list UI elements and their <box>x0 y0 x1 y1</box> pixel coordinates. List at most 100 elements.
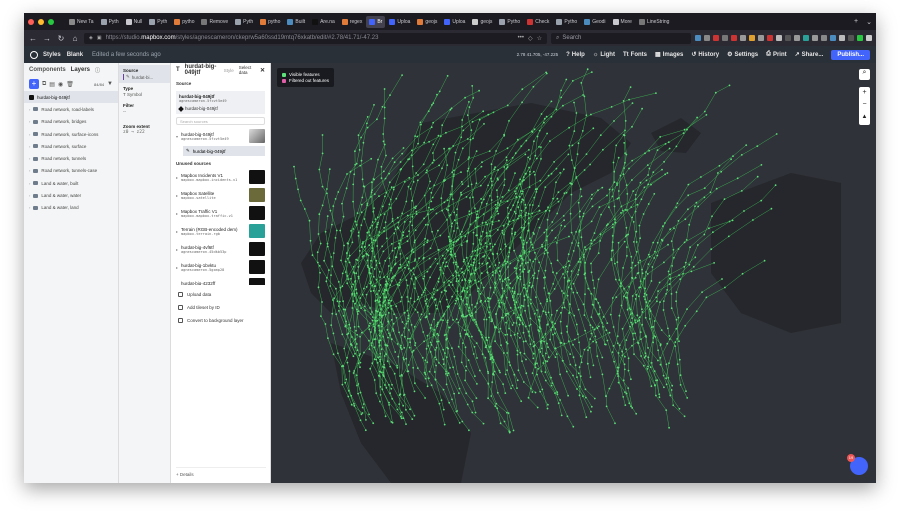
chevron-right-icon[interactable]: › <box>29 193 30 198</box>
browser-tab[interactable]: pytho <box>171 16 197 28</box>
chevron-right-icon[interactable]: › <box>29 181 30 186</box>
layer-item[interactable]: › Land & water, water <box>24 189 118 201</box>
unused-source-row[interactable]: ▸ hurdat-big-4vf6tf agnescameron.45dkb53p <box>171 240 270 258</box>
extension-icon[interactable] <box>749 35 755 41</box>
unused-source-row[interactable]: ▸ Mapbox Traffic V1 mapbox.mapbox-traffic-… <box>171 204 270 222</box>
extension-icon[interactable] <box>803 35 809 41</box>
browser-tab[interactable]: regex <box>339 16 366 28</box>
new-tab-icon[interactable]: + <box>850 18 862 25</box>
browser-tab[interactable]: Pyth <box>232 16 256 28</box>
tab-select-data[interactable]: Select data <box>239 65 255 75</box>
info-icon[interactable]: ⓘ <box>95 67 100 74</box>
compass-icon[interactable]: ▲ <box>859 111 870 123</box>
visibility-icon[interactable]: ◉ <box>58 81 63 88</box>
source-action-button[interactable]: Add tileset by ID <box>171 301 270 314</box>
chevron-right-icon[interactable]: › <box>29 205 30 210</box>
extension-icon[interactable] <box>722 35 728 41</box>
browser-tab[interactable]: Br <box>366 15 386 28</box>
browser-tab[interactable]: Are.na <box>309 16 338 28</box>
help-button[interactable]: ? Help <box>566 52 585 58</box>
extension-icon[interactable] <box>848 35 854 41</box>
reload-icon[interactable]: ↻ <box>56 34 66 43</box>
group-icon[interactable]: ▤ <box>49 81 55 88</box>
tab-list-chevron-icon[interactable]: ⌄ <box>862 18 876 26</box>
extension-icon[interactable] <box>812 35 818 41</box>
forward-icon[interactable]: → <box>42 34 52 43</box>
active-source-layer[interactable]: ✎ hurdat-big-049jtf <box>183 146 265 156</box>
layer-item[interactable]: › Road network, road-labels <box>24 103 118 115</box>
browser-tab[interactable]: LineString <box>636 16 672 28</box>
layer-item[interactable]: › Land & water, land <box>24 202 118 214</box>
browser-tab[interactable]: Pyth <box>146 16 170 28</box>
source-action-button[interactable]: Upload data <box>171 288 270 301</box>
extension-icon[interactable] <box>776 35 782 41</box>
unused-source-row[interactable]: ▸ Mapbox Incidents V1 mapbox.mapbox-incide… <box>171 168 270 186</box>
menu-icon[interactable] <box>866 35 872 41</box>
extension-icon[interactable] <box>785 35 791 41</box>
layer-item[interactable]: › Road network, surface-icons <box>24 128 118 140</box>
search-field[interactable]: ⌕ Search <box>551 32 691 44</box>
bookmark-star-icon[interactable]: ☆ <box>537 35 542 42</box>
browser-tab[interactable]: Geodi <box>581 16 608 28</box>
fonts-button[interactable]: Tt Fonts <box>623 52 647 58</box>
styles-link[interactable]: Styles <box>43 52 61 58</box>
history-button[interactable]: ↺ History <box>691 51 719 59</box>
minimize-window-button[interactable] <box>38 18 44 25</box>
layer-item[interactable]: › Road network, bridges <box>24 116 118 128</box>
library-icon[interactable] <box>704 35 710 41</box>
chevron-right-icon[interactable]: › <box>29 107 30 112</box>
browser-tab[interactable]: geojs <box>469 16 495 28</box>
map-canvas[interactable]: Visible features Filtered out features ⌕… <box>271 63 876 483</box>
extension-icon[interactable] <box>758 35 764 41</box>
browser-tab[interactable]: New Ta <box>66 16 97 28</box>
home-icon[interactable]: ⌂ <box>70 34 80 43</box>
browser-tab[interactable]: Remove <box>198 16 231 28</box>
unused-source-row[interactable]: ▸ Mapbox Satellite mapbox.satellite <box>171 186 270 204</box>
close-icon[interactable]: ✕ <box>260 67 265 74</box>
unused-source-row[interactable]: ▸ hurdat-big-1bvktu agnescameron.5gxmp28 <box>171 258 270 276</box>
layer-item[interactable]: hurdat-big-049jtf <box>24 91 118 104</box>
print-button[interactable]: ⎙ Print <box>766 51 786 58</box>
browser-tab[interactable]: Check <box>524 16 552 28</box>
help-chat-button[interactable]: 19 <box>847 454 868 475</box>
pocket-icon[interactable]: ◇ <box>528 35 533 42</box>
download-icon[interactable] <box>695 35 701 41</box>
unused-source-row[interactable]: ▸hurdat-big-4232ffagnescameron.61nwbhlj <box>171 276 270 285</box>
source-search-input[interactable]: Search sources <box>176 117 265 125</box>
browser-tab[interactable]: pytho <box>257 16 283 28</box>
extension-icon[interactable] <box>713 35 719 41</box>
unused-source-row[interactable]: ▸ Terrain (RGB-encoded dem) mapbox.terrain… <box>171 222 270 240</box>
chevron-right-icon[interactable]: › <box>29 119 30 124</box>
tab-layers[interactable]: Layers <box>71 67 90 73</box>
browser-tab[interactable]: Pytho <box>496 16 523 28</box>
chevron-right-icon[interactable]: › <box>29 156 30 161</box>
add-layer-button[interactable]: + <box>29 79 39 89</box>
layer-item[interactable]: › Land & water, built <box>24 177 118 189</box>
extension-icon[interactable] <box>821 35 827 41</box>
light-button[interactable]: ☼ Light <box>593 52 615 58</box>
address-bar[interactable]: ◈ ▣ https://studio.mapbox.com/styles/agn… <box>84 32 547 44</box>
settings-button[interactable]: ⚙ Settings <box>727 51 758 59</box>
tab-style[interactable]: Style <box>224 68 234 73</box>
layer-item[interactable]: › Road network, tunnels <box>24 152 118 164</box>
type-property[interactable]: Type T Symbol <box>119 83 170 100</box>
chevron-right-icon[interactable]: › <box>29 144 30 149</box>
zoom-out-icon[interactable]: − <box>859 99 870 111</box>
browser-tab[interactable]: Pytho <box>553 16 580 28</box>
mapbox-logo-icon[interactable] <box>30 50 38 59</box>
zoom-in-icon[interactable]: + <box>859 87 870 99</box>
back-icon[interactable]: ← <box>28 34 38 43</box>
source-property[interactable]: Source ✎ hurdat-bi... <box>119 65 170 83</box>
extension-icon[interactable] <box>830 35 836 41</box>
layer-item[interactable]: › Road network, tunnels-case <box>24 165 118 177</box>
zoom-extent-property[interactable]: Zoom extent z0 → z22 <box>119 121 170 138</box>
chevron-right-icon[interactable]: › <box>29 132 30 137</box>
tab-components[interactable]: Components <box>29 67 66 73</box>
map-search-icon[interactable]: ⌕ <box>859 69 870 80</box>
current-source-layer[interactable]: hurdat-big-049jtf <box>178 105 262 112</box>
extension-icon[interactable] <box>839 35 845 41</box>
browser-tab[interactable]: More <box>610 16 635 28</box>
details-toggle[interactable]: + Details <box>176 467 266 477</box>
filter-icon[interactable]: ▼ <box>107 81 113 87</box>
browser-tab[interactable]: Uploa <box>386 16 413 28</box>
